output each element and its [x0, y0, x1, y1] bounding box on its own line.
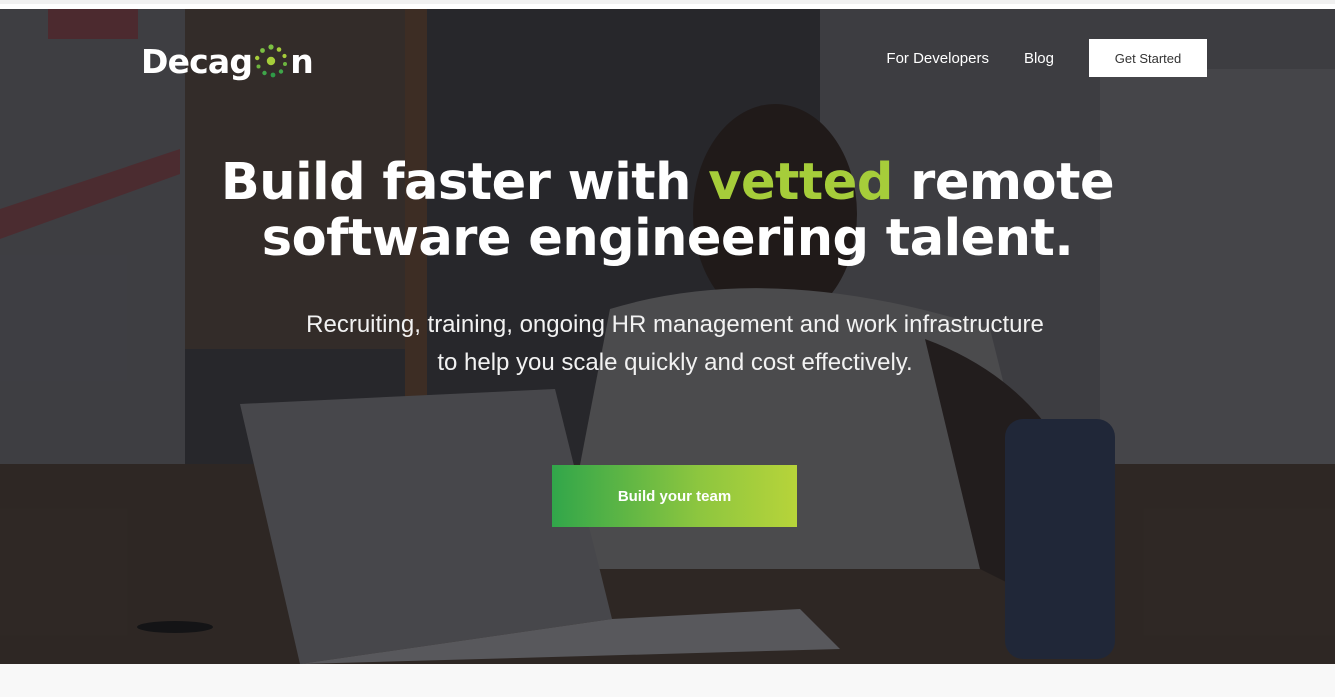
get-started-button[interactable]: Get Started	[1089, 39, 1207, 77]
decagon-ring-logo-icon	[255, 44, 288, 78]
build-your-team-button[interactable]: Build your team	[552, 465, 797, 527]
hero-section: Decag n For Developers Blog Get Started …	[0, 9, 1335, 664]
subheading-line1: Recruiting, training, ongoing HR managem…	[306, 311, 1044, 338]
logo-text-prefix: Decag	[141, 41, 253, 81]
hero-subheading: Recruiting, training, ongoing HR managem…	[0, 306, 1335, 382]
headline-line2: software engineering talent.	[261, 209, 1074, 268]
logo-text-suffix: n	[290, 41, 313, 81]
next-section-strip	[0, 664, 1335, 697]
nav-link-blog[interactable]: Blog	[1024, 50, 1054, 67]
headline-part2: remote	[892, 153, 1115, 212]
decagon-logo[interactable]: Decag n	[141, 40, 314, 82]
hero-headline: Build faster with vetted remote software…	[0, 155, 1335, 267]
main-nav: For Developers Blog Get Started	[886, 39, 1207, 77]
subheading-line2: to help you scale quickly and cost effec…	[437, 349, 913, 376]
headline-highlight: vetted	[708, 153, 893, 212]
nav-link-for-developers[interactable]: For Developers	[886, 50, 989, 67]
browser-top-strip	[0, 0, 1335, 9]
top-strip-line	[0, 0, 1335, 4]
headline-part1: Build faster with	[220, 153, 709, 212]
